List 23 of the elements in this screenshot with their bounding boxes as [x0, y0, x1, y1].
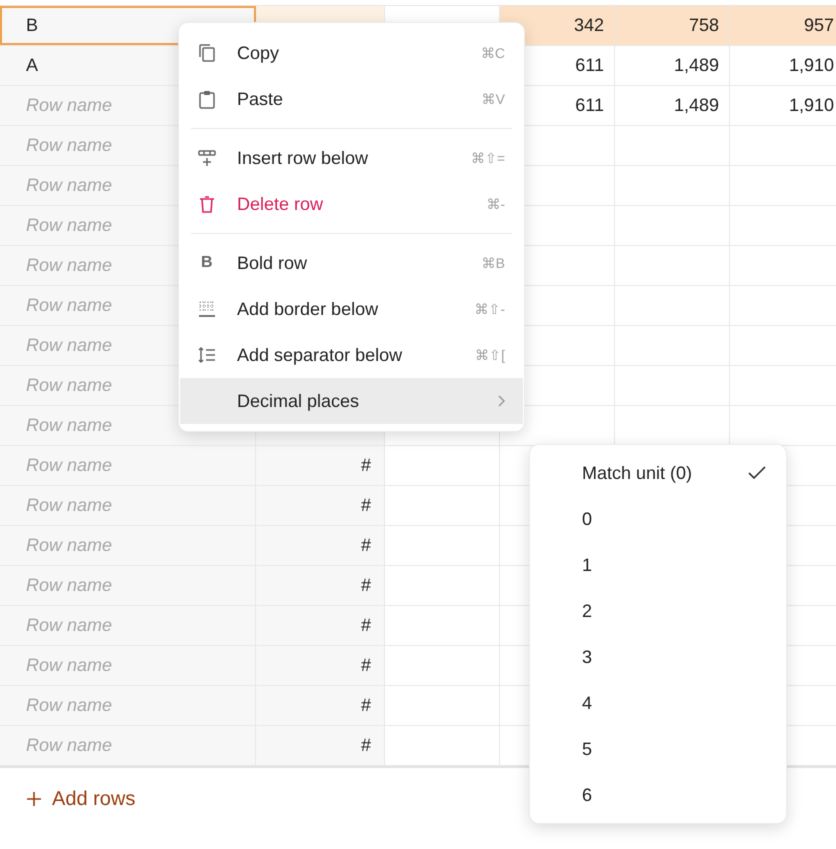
row-name-placeholder: Row name [26, 734, 112, 757]
row-name-placeholder: Row name [26, 134, 112, 157]
row-name-placeholder: Row name [26, 334, 112, 357]
row-name-placeholder: Row name [26, 94, 112, 117]
row-name-placeholder: Row name [26, 614, 112, 637]
row-name-placeholder: Row name [26, 454, 112, 477]
row-name-placeholder: Row name [26, 174, 112, 197]
row-name-placeholder: Row name [26, 534, 112, 557]
row-name-placeholder: Row name [26, 254, 112, 277]
row-name-placeholder: Row name [26, 374, 112, 397]
row-name-placeholder: Row name [26, 694, 112, 717]
row-name-placeholder: Row name [26, 654, 112, 677]
shortcut-label: ⌘B [482, 254, 505, 272]
shortcut-label: ⌘- [486, 194, 505, 214]
row-name-placeholder: Row name [26, 214, 112, 237]
row-name-placeholder: Row name [26, 574, 112, 597]
row-name-placeholder: Row name [26, 414, 112, 437]
shortcut-label: ⌘⇧= [470, 148, 505, 168]
row-name-placeholder: Row name [26, 294, 112, 317]
shortcut-label: ⌘⇧[ [475, 346, 505, 365]
bold-icon: B [197, 251, 213, 275]
row-name-placeholder: Row name [26, 494, 112, 517]
shortcut-label: ⌘⇧- [474, 300, 505, 318]
